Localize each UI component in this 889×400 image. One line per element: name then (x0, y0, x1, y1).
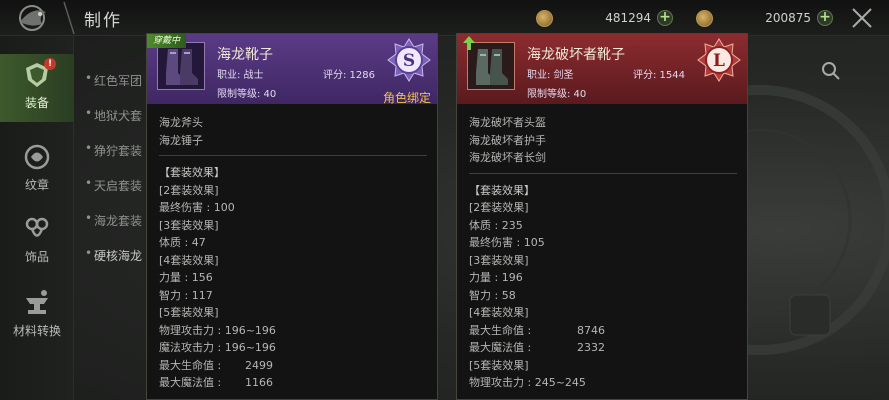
effect-line: 最终伤害 : 105 (469, 236, 545, 249)
effect-line: [3套装效果] (159, 218, 219, 232)
effect-line: 最大生命值 :2499 (159, 358, 273, 372)
effect-line: [3套装效果] (469, 253, 529, 267)
set-effect-title: 【套装效果】 (159, 166, 225, 179)
tab-material-convert-label: 材料转换 (12, 324, 61, 338)
divider (159, 155, 427, 156)
currency-value-2: 200875 (765, 11, 811, 25)
currency-gold-1: 481294 + (536, 8, 680, 28)
set-piece: 海龙斧头 (159, 116, 203, 129)
effect-line: 智力 : 117 (159, 288, 213, 302)
list-item[interactable]: 天启套装 (76, 167, 156, 202)
tooltip-body: 海龙破坏者头盔 海龙破坏者护手 海龙破坏者长剑 【套装效果】 [2套装效果] 体… (469, 114, 737, 392)
divider (469, 172, 737, 174)
item-level: 限制等级: 40 (217, 89, 277, 100)
grade-l-emblem-icon: L (697, 38, 741, 82)
gold-coin-icon (536, 9, 553, 27)
tooltip-header: 穿戴中 海龙靴子 职业: 战士 评分: 1286 限制等级: 40 S 角色绑定 (147, 34, 437, 105)
grade-letter: S (403, 51, 415, 71)
notification-badge: ! (44, 58, 56, 70)
item-job: 职业: 剑圣 (527, 70, 574, 81)
effect-line: 魔法攻击力 : 196~196 (159, 341, 276, 354)
tab-crest[interactable]: 纹章 (0, 136, 74, 204)
crest-icon (24, 144, 50, 170)
effect-line: 智力 : 58 (469, 288, 516, 302)
item-thumbnail (157, 42, 205, 90)
effect-line: 最终伤害 : 100 (159, 201, 235, 214)
close-icon[interactable] (850, 6, 874, 30)
top-bar: 制作 481294 + 200875 + (0, 0, 889, 36)
effect-line: [5套装效果] (159, 306, 219, 319)
effect-line: 最大生命值 :8746 (469, 323, 605, 337)
set-piece: 海龙破坏者护手 (469, 133, 546, 147)
effect-line: 力量 : 196 (469, 271, 523, 284)
item-name: 海龙靴子 (217, 47, 273, 63)
tab-equipment-label: 装备 (24, 96, 49, 110)
item-score: 评分: 1286 (323, 70, 375, 81)
grade-letter: L (713, 51, 725, 71)
set-effect-title: 【套装效果】 (469, 183, 535, 197)
list-item-selected[interactable]: 硬核海龙 (76, 237, 156, 272)
search-icon[interactable] (820, 60, 842, 82)
effect-line: [5套装效果] (469, 358, 529, 372)
gold-coin-icon (696, 9, 713, 27)
equipped-item-tooltip: 穿戴中 海龙靴子 职业: 战士 评分: 1286 限制等级: 40 S 角色绑定… (146, 33, 438, 400)
effect-line: 体质 : 235 (469, 218, 523, 232)
anvil-icon (26, 290, 48, 314)
tab-equipment[interactable]: ! 装备 (0, 54, 74, 122)
item-name: 海龙破坏者靴子 (527, 47, 625, 63)
title-divider-icon (63, 1, 75, 35)
effect-line: 物理攻击力 : 196~196 (159, 323, 276, 337)
effect-line: 最大魔法值 :2332 (469, 341, 605, 354)
grade-s-emblem-icon: S (387, 38, 431, 82)
effect-line: 物理攻击力 : 245~245 (469, 376, 586, 389)
upgrade-arrow-icon (463, 36, 475, 50)
tooltip-body: 海龙斧头 海龙锤子 【套装效果】 [2套装效果] 最终伤害 : 100 [3套装… (159, 114, 427, 392)
currency-gold-2: 200875 + (696, 8, 840, 28)
list-item[interactable]: 红色军团 (76, 62, 156, 97)
effect-line: 力量 : 156 (159, 271, 213, 284)
item-score: 评分: 1544 (633, 70, 685, 81)
effect-line: [2套装效果] (159, 183, 219, 197)
tooltip-header: 海龙破坏者靴子 职业: 剑圣 评分: 1544 限制等级: 40 L (457, 34, 747, 104)
currency-value-1: 481294 (605, 11, 651, 25)
compared-item-tooltip: 海龙破坏者靴子 职业: 剑圣 评分: 1544 限制等级: 40 L 海龙破坏者… (456, 33, 748, 400)
set-piece: 海龙破坏者头盔 (469, 116, 546, 129)
recipe-list: 红色军团 地狱犬套 狰狞套装 天启套装 海龙套装 硬核海龙 (76, 62, 156, 272)
bind-status: 角色绑定 (383, 91, 432, 105)
page-title: 制作 (84, 11, 122, 31)
tab-accessory-label: 饰品 (24, 250, 49, 264)
equipped-tag: 穿戴中 (147, 34, 187, 48)
add-currency-2-button[interactable]: + (817, 10, 833, 26)
effect-line: [4套装效果] (469, 306, 529, 319)
tab-crest-label: 纹章 (24, 178, 49, 192)
list-item[interactable]: 地狱犬套 (76, 97, 156, 132)
list-item[interactable]: 狰狞套装 (76, 132, 156, 167)
dragon-logo-icon (19, 5, 46, 31)
item-level: 限制等级: 40 (527, 89, 587, 100)
effect-line: 体质 : 47 (159, 236, 206, 249)
effect-line: 最大魔法值 :1166 (159, 376, 273, 389)
category-sidebar: ! 装备 纹章 饰品 材料转换 (0, 36, 74, 400)
tab-material-convert[interactable]: 材料转换 (0, 282, 74, 350)
list-item[interactable]: 海龙套装 (76, 202, 156, 237)
add-currency-1-button[interactable]: + (657, 10, 673, 26)
boots-icon (166, 49, 198, 85)
accessory-icon (25, 217, 49, 237)
tab-accessory[interactable]: 饰品 (0, 208, 74, 276)
effect-line: [4套装效果] (159, 253, 219, 267)
item-job: 职业: 战士 (217, 70, 264, 81)
set-piece: 海龙锤子 (159, 133, 203, 147)
set-piece: 海龙破坏者长剑 (469, 151, 546, 164)
effect-line: [2套装效果] (469, 201, 529, 214)
